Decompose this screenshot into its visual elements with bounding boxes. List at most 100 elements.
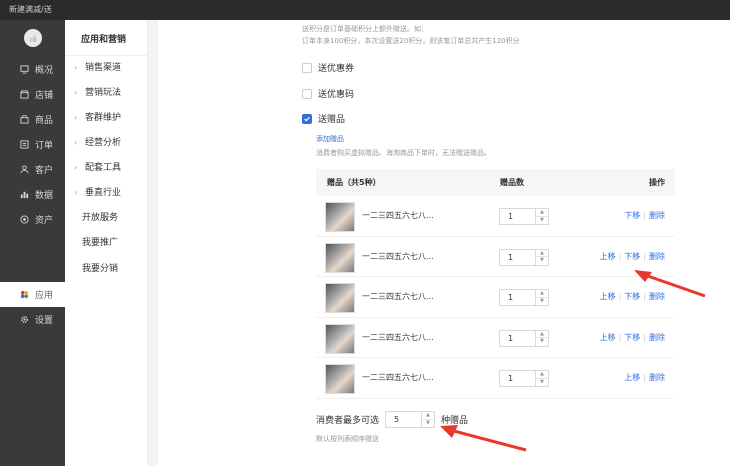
subnav-item-label: 客群维护 [85, 113, 122, 123]
max-gift-value: 5 [394, 415, 400, 424]
nav-item-assets[interactable]: 资产 [0, 207, 65, 232]
stepper-down-icon[interactable]: ▼ [536, 338, 548, 346]
stepper-up-icon[interactable]: ▲ [536, 250, 548, 257]
row-actions: 上移 | 下移 | 删除 [600, 251, 665, 262]
gift-option[interactable]: 送赠品 [302, 112, 345, 125]
stepper-down-icon[interactable]: ▼ [422, 420, 434, 428]
apps-icon [20, 290, 29, 299]
nav-item-apps[interactable]: 应用 [0, 282, 65, 307]
chevron-right-icon: › [74, 188, 78, 197]
nav-item-customers[interactable]: 客户 [0, 157, 65, 182]
nav-item-settings[interactable]: 设置 [0, 307, 65, 332]
nav-item-label: 商品 [35, 116, 54, 126]
subnav-item-verticals[interactable]: › 垂直行业 [74, 186, 121, 200]
stepper-up-icon[interactable]: ▲ [536, 209, 548, 217]
stepper-down-icon[interactable]: ▼ [536, 379, 548, 387]
quantity-value: 1 [508, 212, 514, 221]
thumbs-up-icon [29, 34, 37, 42]
stepper-down-icon[interactable]: ▼ [536, 298, 548, 306]
move-up-link[interactable]: 上移 [600, 332, 616, 343]
stepper-down-icon[interactable]: ▼ [536, 257, 548, 265]
subnav-item-analytics[interactable]: › 经营分析 [74, 136, 121, 150]
subnav-item-tools[interactable]: › 配套工具 [74, 161, 121, 175]
chevron-right-icon: › [74, 163, 78, 172]
nav-item-data[interactable]: 数据 [0, 182, 65, 207]
stepper-down-icon[interactable]: ▼ [536, 217, 548, 225]
nav-item-products[interactable]: 商品 [0, 107, 65, 132]
table-row: 一二三四五六七八... 1 ▲ ▼ 上移 | 下移 | 删除 [316, 237, 675, 277]
stepper-up-icon[interactable]: ▲ [536, 331, 548, 338]
gift-thumbnail [325, 202, 355, 232]
move-down-link[interactable]: 下移 [624, 210, 640, 221]
quantity-stepper[interactable]: 1 ▲ ▼ [499, 248, 549, 266]
nav-item-label: 客户 [35, 166, 54, 176]
subnav-item-label: 垂直行业 [85, 188, 122, 198]
promo-code-checkbox[interactable] [302, 88, 312, 99]
gutter [148, 20, 158, 466]
quantity-stepper[interactable]: 1 ▲ ▼ [499, 208, 549, 225]
default-order-note: 默认按列表顺序赠送 [316, 435, 379, 443]
subnav-item-marketing[interactable]: › 营销玩法 [74, 86, 121, 100]
move-up-link[interactable]: 上移 [600, 291, 616, 302]
subnav-item-customer-care[interactable]: › 客群维护 [74, 111, 121, 125]
window-title-bar: 新建满减/送 [0, 0, 730, 20]
subnav-item-label: 我要推广 [82, 238, 119, 248]
quantity-stepper[interactable]: 1 ▲ ▼ [499, 370, 549, 387]
gift-checkbox[interactable] [302, 113, 312, 124]
header-gift: 赠品（共5种） [327, 178, 381, 187]
coin-icon [20, 215, 29, 224]
checkmark-icon [304, 116, 310, 121]
gift-thumbnail [325, 283, 355, 313]
store-logo[interactable] [24, 29, 42, 47]
delete-link[interactable]: 删除 [649, 372, 665, 383]
nav-item-label: 资产 [35, 216, 54, 226]
subnav-item-promote[interactable]: 我要推广 [82, 236, 118, 250]
subnav-title: 应用和营销 [81, 35, 127, 45]
stepper-up-icon[interactable]: ▲ [536, 371, 548, 379]
stepper-up-icon[interactable]: ▲ [422, 412, 435, 420]
header-ops: 操作 [649, 178, 665, 187]
gift-thumbnail [325, 242, 355, 273]
move-down-link[interactable]: 下移 [624, 332, 640, 343]
gift-name: 一二三四五六七八... [362, 251, 434, 261]
quantity-value: 1 [508, 252, 514, 262]
main-nav: 概况 店铺 商品 订单 客户 数据 资产 应用 设置 [0, 20, 65, 466]
chevron-right-icon: › [74, 88, 78, 97]
gift-thumbnail [325, 323, 355, 354]
delete-link[interactable]: 删除 [649, 210, 665, 221]
coupon-option[interactable]: 送优惠券 [302, 61, 354, 74]
separator: | [643, 373, 646, 382]
promo-code-option[interactable]: 送优惠码 [302, 87, 354, 100]
stepper-up-icon[interactable]: ▲ [536, 290, 548, 298]
table-row: 一二三四五六七八... 1 ▲ ▼ 上移 | 删除 [316, 358, 675, 399]
separator: | [643, 211, 646, 220]
quantity-value: 1 [508, 374, 514, 383]
gift-name: 一二三四五六七八... [362, 211, 434, 220]
points-note: 送积分是订单基础积分上额外赠送。如： [302, 25, 428, 33]
quantity-stepper[interactable]: 1 ▲ ▼ [499, 329, 549, 347]
move-up-link[interactable]: 上移 [624, 372, 640, 383]
move-down-link[interactable]: 下移 [624, 251, 640, 262]
gift-name: 一二三四五六七八... [362, 373, 434, 382]
gift-option-label: 送赠品 [318, 115, 346, 125]
monitor-icon [20, 65, 29, 74]
subnav-item-label: 我要分销 [82, 264, 119, 274]
subnav-item-sales-channels[interactable]: › 销售渠道 [74, 61, 121, 75]
delete-link[interactable]: 删除 [649, 251, 665, 262]
subnav-item-label: 经营分析 [85, 138, 122, 148]
max-gift-stepper[interactable]: 5 ▲ ▼ [385, 411, 436, 428]
add-gift-link[interactable]: 添加赠品 [316, 134, 344, 144]
nav-item-overview[interactable]: 概况 [0, 57, 65, 82]
nav-item-label: 订单 [35, 141, 54, 151]
subnav-item-distribution[interactable]: 我要分销 [82, 262, 118, 276]
move-up-link[interactable]: 上移 [600, 251, 616, 262]
delete-link[interactable]: 删除 [649, 332, 665, 343]
quantity-stepper[interactable]: 1 ▲ ▼ [499, 289, 549, 306]
gift-name: 一二三四五六七八... [362, 332, 434, 342]
annotation-arrow-icon [440, 425, 527, 452]
nav-item-store[interactable]: 店铺 [0, 82, 65, 107]
subnav-item-open-services[interactable]: 开放服务 [82, 211, 118, 225]
window-title: 新建满减/送 [9, 5, 52, 14]
nav-item-orders[interactable]: 订单 [0, 132, 65, 157]
coupon-checkbox[interactable] [302, 62, 312, 73]
